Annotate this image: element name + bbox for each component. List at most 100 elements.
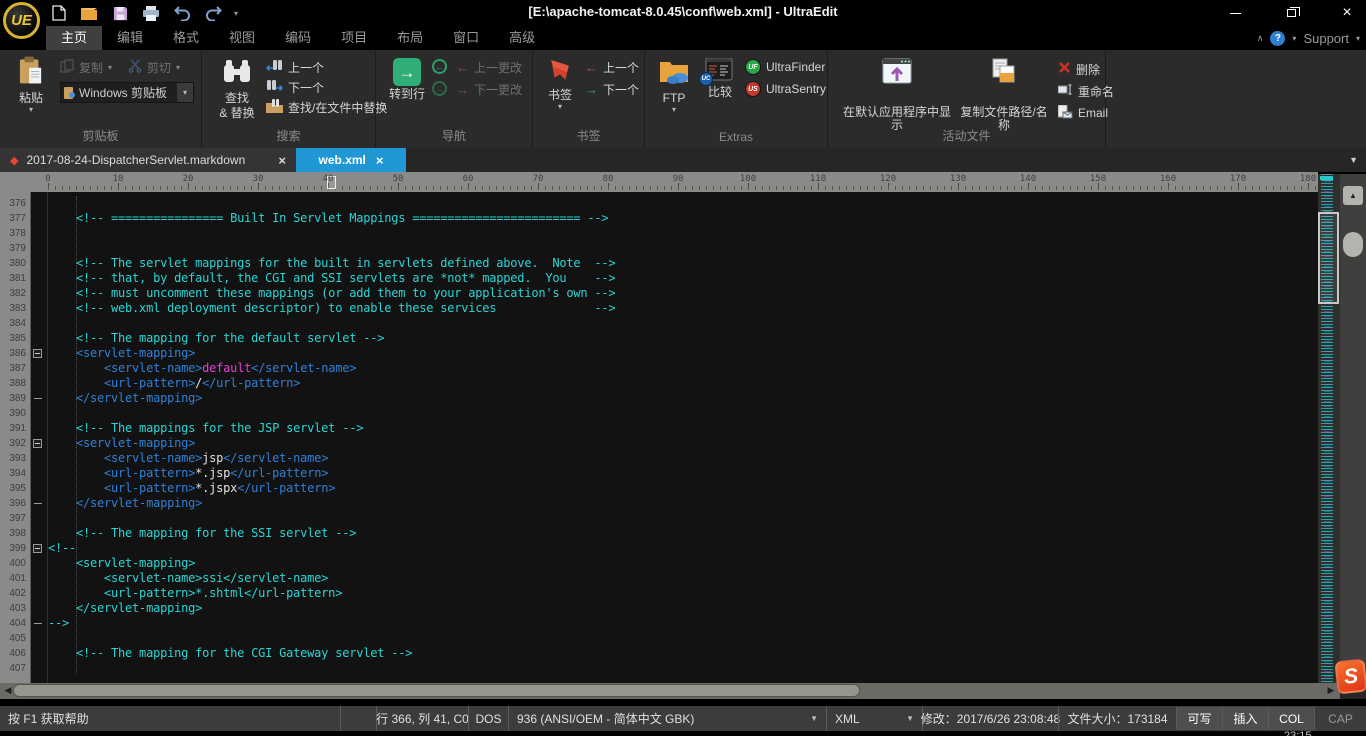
fold-collapse-icon[interactable]: [33, 544, 42, 553]
code-row[interactable]: 385 <!-- The mapping for the default ser…: [0, 331, 1318, 346]
fold-cell[interactable]: [30, 496, 48, 511]
sogou-ime-icon[interactable]: S: [1334, 659, 1366, 695]
email-file-button[interactable]: Email: [1058, 104, 1108, 122]
code-row[interactable]: 399<!--: [0, 541, 1318, 556]
code-row[interactable]: 403 </servlet-mapping>: [0, 601, 1318, 616]
nav-back-icon[interactable]: ←: [432, 59, 447, 74]
menu-tab-1[interactable]: 主页: [46, 26, 102, 50]
code-row[interactable]: 387 <servlet-name>default</servlet-name>: [0, 361, 1318, 376]
find-replace-button[interactable]: 查找 & 替换: [214, 58, 260, 120]
code-row[interactable]: 388 <url-pattern>/</url-pattern>: [0, 376, 1318, 391]
fold-cell[interactable]: [30, 616, 48, 631]
bookmark-next-button[interactable]: → 下一个: [585, 80, 639, 98]
horizontal-scroll-thumb[interactable]: [13, 684, 860, 697]
status-caps-indicator[interactable]: CAP: [1314, 707, 1366, 730]
menu-tab-8[interactable]: 窗口: [438, 26, 494, 50]
code-row[interactable]: 382 <!-- must uncomment these mappings (…: [0, 286, 1318, 301]
menu-tab-7[interactable]: 布局: [382, 26, 438, 50]
copy-button[interactable]: 复制 ▾: [60, 58, 112, 76]
show-in-default-app-button[interactable]: 在默认应用程序中显示: [838, 58, 956, 132]
fold-cell[interactable]: [30, 391, 48, 406]
document-map[interactable]: [1318, 174, 1340, 683]
file-tab-markdown-close-icon[interactable]: ×: [278, 153, 286, 168]
code-row[interactable]: 396 </servlet-mapping>: [0, 496, 1318, 511]
next-change-button[interactable]: → 下一更改: [456, 80, 522, 98]
scroll-right-icon[interactable]: ▶: [1324, 684, 1338, 697]
find-next-button[interactable]: 下一个: [266, 78, 324, 96]
find-prev-button[interactable]: 上一个: [266, 58, 324, 76]
code-row[interactable]: 386 <servlet-mapping>: [0, 346, 1318, 361]
code-row[interactable]: 377 <!-- ================ Built In Servl…: [0, 211, 1318, 226]
copy-path-button[interactable]: 复制文件路径/名称: [956, 58, 1052, 132]
code-row[interactable]: 405: [0, 631, 1318, 646]
fold-cell[interactable]: [30, 541, 48, 556]
code-row[interactable]: 398 <!-- The mapping for the SSI servlet…: [0, 526, 1318, 541]
code-row[interactable]: 391 <!-- The mappings for the JSP servle…: [0, 421, 1318, 436]
code-row[interactable]: 393 <servlet-name>jsp</servlet-name>: [0, 451, 1318, 466]
restore-button[interactable]: [1280, 3, 1302, 23]
menu-tab-2[interactable]: 编辑: [102, 26, 158, 50]
menu-tab-3[interactable]: 格式: [158, 26, 214, 50]
code-row[interactable]: 390: [0, 406, 1318, 421]
status-insert-toggle[interactable]: 插入: [1222, 707, 1268, 730]
code-row[interactable]: 381 <!-- that, by default, the CGI and S…: [0, 271, 1318, 286]
code-editor[interactable]: 376377 <!-- ================ Built In Se…: [0, 192, 1318, 683]
paste-button[interactable]: 粘贴 ▾: [10, 56, 52, 113]
ftp-button[interactable]: FTP ▾: [655, 58, 693, 113]
file-tab-webxml-close-icon[interactable]: ×: [376, 153, 384, 168]
code-row[interactable]: 378: [0, 226, 1318, 241]
status-encoding-select[interactable]: 936 (ANSI/OEM - 简体中文 GBK) ▼: [508, 706, 826, 731]
code-row[interactable]: 400 <servlet-mapping>: [0, 556, 1318, 571]
code-row[interactable]: 383 <!-- web.xml deployment descriptor) …: [0, 301, 1318, 316]
code-row[interactable]: 404-->: [0, 616, 1318, 631]
code-row[interactable]: 397: [0, 511, 1318, 526]
bookmark-button[interactable]: 书签 ▾: [541, 58, 579, 110]
help-icon[interactable]: ?: [1270, 31, 1285, 46]
code-row[interactable]: 406 <!-- The mapping for the CGI Gateway…: [0, 646, 1318, 661]
menu-tab-6[interactable]: 项目: [326, 26, 382, 50]
menu-tab-9[interactable]: 高级: [494, 26, 550, 50]
status-syntax-select[interactable]: XML ▼: [826, 706, 922, 731]
rename-file-button[interactable]: 重命名: [1058, 82, 1114, 100]
code-row[interactable]: 395 <url-pattern>*.jspx</url-pattern>: [0, 481, 1318, 496]
code-row[interactable]: 401 <servlet-name>ssi</servlet-name>: [0, 571, 1318, 586]
menu-tab-5[interactable]: 编码: [270, 26, 326, 50]
code-row[interactable]: 384: [0, 316, 1318, 331]
syntax-dropdown-icon[interactable]: ▼: [906, 714, 914, 723]
code-row[interactable]: 380 <!-- The servlet mappings for the bu…: [0, 256, 1318, 271]
code-row[interactable]: 379: [0, 241, 1318, 256]
document-map-viewport[interactable]: [1318, 212, 1339, 304]
code-row[interactable]: 394 <url-pattern>*.jsp</url-pattern>: [0, 466, 1318, 481]
prev-change-button[interactable]: ← 上一更改: [456, 58, 522, 76]
menu-tab-4[interactable]: 视图: [214, 26, 270, 50]
ultraedit-logo-icon[interactable]: UE: [3, 2, 40, 39]
find-in-files-button[interactable]: 查找/在文件中替换: [266, 98, 387, 116]
minimize-button[interactable]: [1224, 3, 1246, 23]
fold-cell[interactable]: [30, 346, 48, 361]
vertical-scrollbar[interactable]: ▲: [1340, 174, 1366, 683]
compare-button[interactable]: UC 比较: [699, 58, 741, 99]
code-row[interactable]: 389 </servlet-mapping>: [0, 391, 1318, 406]
tab-list-dropdown-icon[interactable]: ▼: [1349, 155, 1358, 165]
code-row[interactable]: 376: [0, 196, 1318, 211]
close-button[interactable]: ×: [1336, 3, 1358, 23]
ultrafinder-button[interactable]: UF UltraFinder: [745, 58, 825, 76]
status-col-toggle[interactable]: COL: [1268, 707, 1314, 730]
code-row[interactable]: 402 <url-pattern>*.shtml</url-pattern>: [0, 586, 1318, 601]
code-row[interactable]: 407: [0, 661, 1318, 676]
fold-cell[interactable]: [30, 436, 48, 451]
clipboard-selector-dropdown-icon[interactable]: ▾: [177, 83, 193, 102]
horizontal-scrollbar[interactable]: ◀ ▶: [0, 683, 1340, 699]
nav-forward-icon[interactable]: →: [432, 81, 447, 96]
bookmark-prev-button[interactable]: ← 上一个: [585, 58, 639, 76]
vertical-scroll-thumb[interactable]: [1343, 232, 1363, 257]
encoding-dropdown-icon[interactable]: ▼: [810, 714, 818, 723]
fold-collapse-icon[interactable]: [33, 349, 42, 358]
code-row[interactable]: 392 <servlet-mapping>: [0, 436, 1318, 451]
ultrasentry-button[interactable]: US UltraSentry: [745, 80, 826, 98]
support-menu[interactable]: Support: [1303, 31, 1349, 46]
file-tab-webxml[interactable]: web.xml ×: [296, 148, 406, 172]
status-line-ending[interactable]: DOS: [468, 706, 508, 731]
delete-file-button[interactable]: 删除: [1058, 60, 1100, 78]
status-writable-toggle[interactable]: 可写: [1176, 707, 1222, 730]
